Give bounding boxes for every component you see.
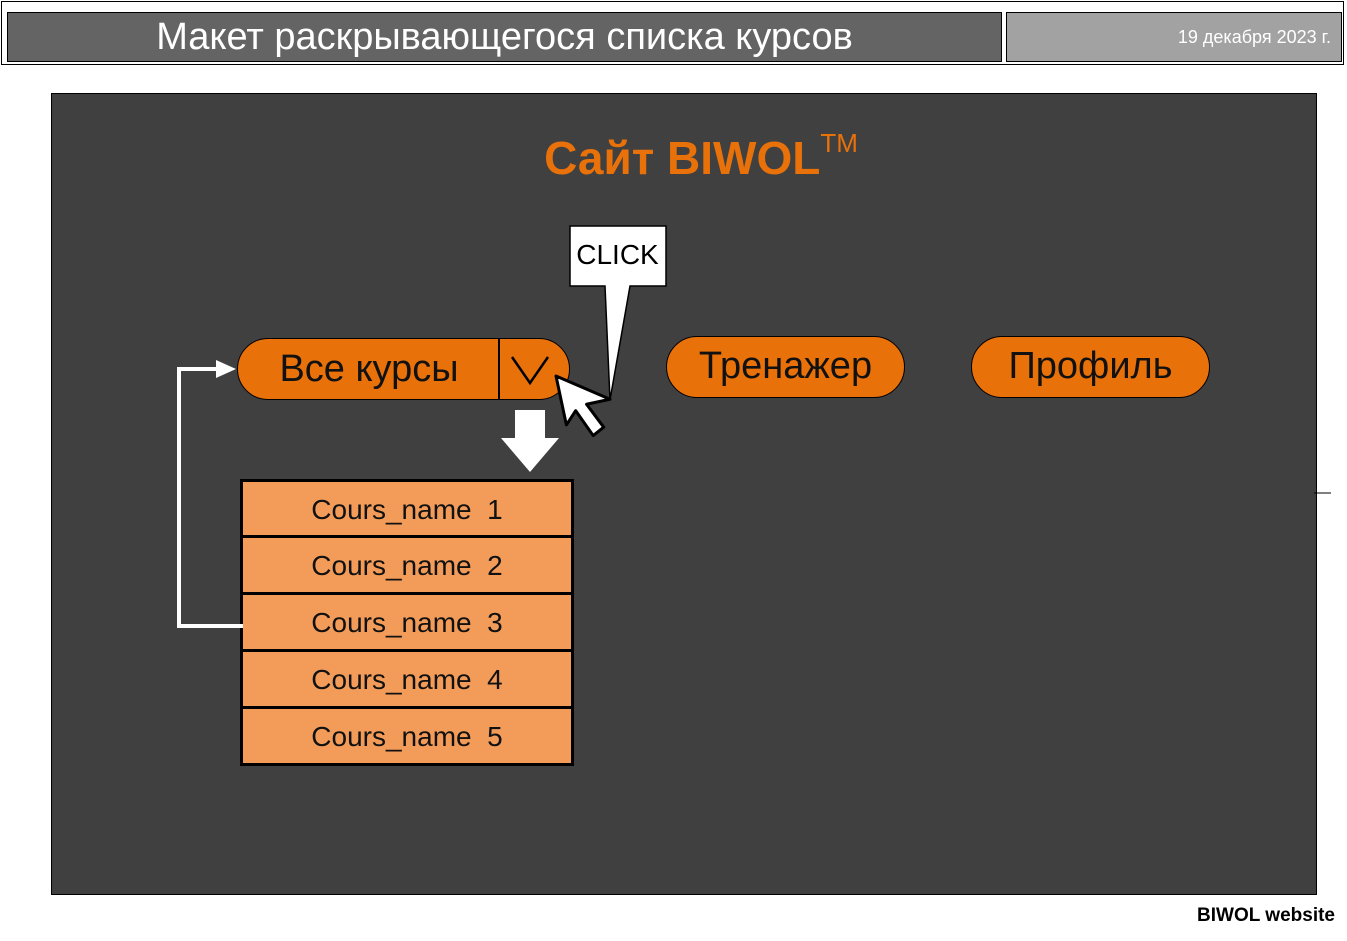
course-item-3[interactable]: Cours_name 3 [240, 595, 574, 652]
course-item-1[interactable]: Cours_name 1 [240, 479, 574, 538]
click-callout: CLICK [576, 239, 659, 270]
site-title: Сайт BIWOLTM [0, 128, 1347, 185]
chevron-down-icon[interactable] [508, 353, 552, 387]
all-courses-label: Все курсы [279, 348, 459, 390]
course-item-2[interactable]: Cours_name 2 [240, 538, 574, 595]
header-date-text: 19 декабря 2023 г. [1177, 27, 1331, 47]
profile-button[interactable]: Профиль [971, 336, 1210, 398]
course-item-5[interactable]: Cours_name 5 [240, 709, 574, 766]
course-item-4[interactable]: Cours_name 4 [240, 652, 574, 709]
header-date: 19 декабря 2023 г. [1006, 12, 1342, 62]
trainer-button[interactable]: Тренажер [666, 336, 905, 398]
course-dropdown-list: Cours_name 1 Cours_name 2 Cours_name 3 C… [240, 479, 574, 766]
trademark: TM [820, 128, 858, 158]
header-title: Макет раскрывающегося списка курсов [7, 12, 1002, 62]
page: Макет раскрывающегося списка курсов 19 д… [0, 0, 1347, 941]
footer-label: BIWOL website [1197, 905, 1335, 926]
all-courses-dropdown[interactable]: Все курсы [237, 338, 570, 400]
header: Макет раскрывающегося списка курсов 19 д… [1, 1, 1344, 65]
site-title-text: Сайт BIWOL [544, 132, 821, 184]
dropdown-divider [498, 339, 500, 399]
